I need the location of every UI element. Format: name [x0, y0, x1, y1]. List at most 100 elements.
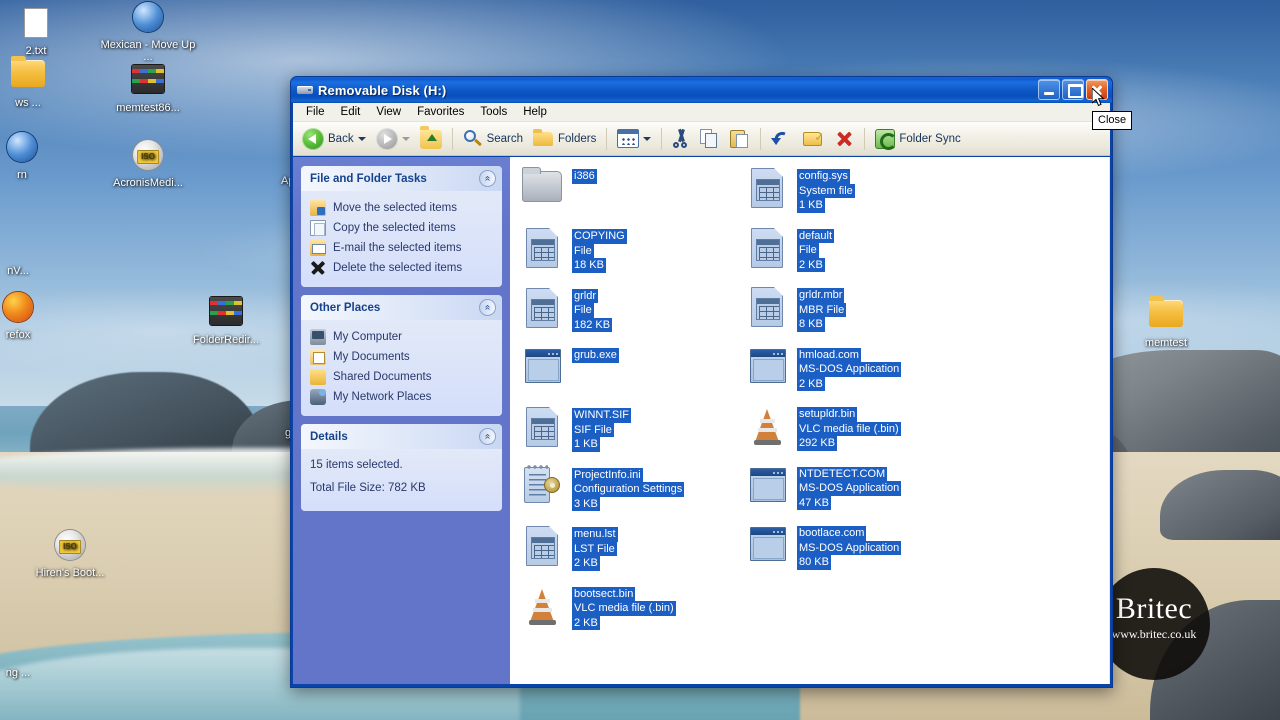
sidebar-item-label: Shared Documents: [333, 371, 432, 383]
ms-dos-application-icon: [745, 463, 789, 509]
delete-button[interactable]: [829, 127, 859, 151]
menu-bar[interactable]: File Edit View Favorites Tools Help: [293, 103, 1110, 122]
up-one-level-button[interactable]: [415, 125, 447, 151]
desktop-icon-2-txt[interactable]: 2.txt: [0, 6, 84, 57]
file-name: grldr.mbr: [797, 288, 845, 303]
sidebar-item-my-computer[interactable]: My Computer: [310, 327, 494, 347]
folder-icon: [1, 228, 35, 262]
chevron-up-icon[interactable]: «: [479, 170, 496, 187]
file-name: menu.lst: [572, 527, 618, 542]
desktop-icon-label: FolderRedir...: [192, 334, 260, 346]
back-button[interactable]: Back: [297, 126, 371, 152]
desktop-icon-nv[interactable]: nV...: [0, 228, 66, 277]
panel-header[interactable]: Other Places «: [301, 295, 502, 320]
file-item[interactable]: default File 2 KB: [745, 225, 975, 272]
file-item[interactable]: grldr.mbr MBR File 8 KB: [745, 284, 975, 332]
file-item-text: bootlace.com MS-DOS Application 80 KB: [797, 522, 902, 570]
file-item[interactable]: menu.lst LST File 2 KB: [520, 523, 750, 571]
menu-item-edit[interactable]: Edit: [333, 105, 369, 119]
file-item[interactable]: bootsect.bin VLC media file (.bin) 2 KB: [520, 583, 750, 630]
maximize-button[interactable]: [1062, 79, 1084, 100]
sidebar-item-my-documents[interactable]: My Documents: [310, 347, 494, 367]
folder-sync-button[interactable]: Folder Sync: [870, 127, 965, 151]
file-size: 3 KB: [572, 496, 600, 511]
new-folder-button[interactable]: ✓: [798, 127, 829, 150]
window-controls[interactable]: [1038, 79, 1108, 100]
desktop-icon-ws[interactable]: ws ...: [0, 56, 76, 109]
file-item[interactable]: bootlace.com MS-DOS Application 80 KB: [745, 522, 975, 570]
desktop-icon-folderredir[interactable]: FolderRedir...: [178, 294, 274, 346]
britec-watermark: Britec www.britec.co.uk: [1098, 568, 1210, 680]
folders-label: Folders: [558, 132, 597, 145]
file-item-text: i386: [572, 165, 597, 211]
file-item[interactable]: grub.exe: [520, 344, 750, 390]
panel-header[interactable]: Details «: [301, 424, 502, 449]
minimize-button[interactable]: [1038, 79, 1060, 100]
desktop-icon-refox[interactable]: refox: [0, 290, 66, 341]
generic-file-icon: [520, 523, 564, 569]
file-size: 47 KB: [797, 495, 831, 510]
panel-header[interactable]: File and Folder Tasks «: [301, 166, 502, 191]
undo-button[interactable]: [766, 127, 798, 151]
removable-disk-icon: [297, 82, 313, 98]
file-item[interactable]: grldr File 182 KB: [520, 285, 750, 332]
menu-item-file[interactable]: File: [298, 105, 333, 119]
file-type: MS-DOS Application: [797, 540, 902, 555]
cut-button[interactable]: [667, 127, 695, 151]
desktop-icon-acronismedi[interactable]: AcronisMedi...: [100, 138, 196, 189]
forward-dropdown-caret-icon[interactable]: [401, 136, 410, 141]
forward-button[interactable]: [371, 126, 415, 152]
sidebar-item-copy-the-selected-items[interactable]: Copy the selected items: [310, 218, 494, 238]
file-item[interactable]: hmload.com MS-DOS Application 2 KB: [745, 344, 975, 391]
desktop-icon-mexican-move-up[interactable]: Mexican - Move Up ...: [100, 0, 196, 63]
file-item-text: setupldr.bin VLC media file (.bin) 292 KB: [797, 403, 901, 451]
search-icon: [463, 129, 483, 149]
sidebar-item-delete-the-selected-items[interactable]: Delete the selected items: [310, 258, 494, 278]
copy-button[interactable]: [695, 127, 725, 151]
task-sidebar[interactable]: File and Folder Tasks « Move the selected …: [293, 157, 510, 684]
file-item[interactable]: COPYING File 18 KB: [520, 225, 750, 273]
views-dropdown-caret-icon[interactable]: [643, 136, 652, 141]
window-titlebar[interactable]: Removable Disk (H:): [291, 77, 1112, 103]
sidebar-item-e-mail-the-selected-items[interactable]: E-mail the selected items: [310, 238, 494, 258]
file-item[interactable]: ProjectInfo.ini Configuration Settings 3 K…: [520, 463, 750, 511]
toolbar[interactable]: Back Search Folders ✓ Folder Sync: [293, 122, 1110, 156]
desktop-icon-memtest86[interactable]: memtest86...: [100, 62, 196, 114]
file-size: 2 KB: [572, 556, 600, 571]
file-item[interactable]: NTDETECT.COM MS-DOS Application 47 KB: [745, 463, 975, 510]
menu-item-view[interactable]: View: [368, 105, 409, 119]
file-item[interactable]: i386: [520, 165, 750, 211]
chevron-up-icon[interactable]: «: [479, 299, 496, 316]
folder-sync-icon: [875, 128, 898, 150]
views-button[interactable]: [612, 127, 656, 150]
sidebar-item-my-network-places[interactable]: My Network Places: [310, 387, 494, 407]
desktop-icon-rn[interactable]: rn: [0, 130, 70, 181]
menu-item-tools[interactable]: Tools: [472, 105, 515, 119]
sidebar-item-move-the-selected-items[interactable]: Move the selected items: [310, 198, 494, 218]
desktop-icon-ng[interactable]: ng ...: [0, 630, 66, 679]
paste-button[interactable]: [725, 127, 755, 151]
back-dropdown-caret-icon[interactable]: [357, 136, 366, 141]
file-item[interactable]: config.sys System file 1 KB: [745, 165, 975, 213]
menu-item-help[interactable]: Help: [515, 105, 555, 119]
copy-icon: [700, 128, 720, 149]
desktop-icon-label: ng ...: [5, 667, 31, 679]
folders-button[interactable]: Folders: [528, 127, 601, 150]
explorer-window[interactable]: Removable Disk (H:) File Edit View Favorite…: [290, 76, 1113, 688]
close-button[interactable]: [1086, 79, 1108, 100]
vlc-media-file-icon: [745, 403, 789, 449]
sidebar-item-shared-documents[interactable]: Shared Documents: [310, 367, 494, 387]
file-item[interactable]: setupldr.bin VLC media file (.bin) 292 KB: [745, 403, 975, 451]
desktop-icon-hiren-s-boot[interactable]: Hiren's Boot...: [22, 528, 118, 579]
folder-sync-label: Folder Sync: [899, 132, 961, 145]
search-button[interactable]: Search: [458, 127, 528, 151]
desktop-icon-memtest[interactable]: memtest: [1118, 296, 1214, 349]
copy-items-icon: [310, 220, 326, 236]
firefox-icon: [1, 292, 35, 326]
chevron-up-icon[interactable]: «: [479, 428, 496, 445]
file-list-pane[interactable]: i386 COPYING File 18 KB grldr File 182 KB grub.…: [510, 157, 1110, 684]
cut-icon: [672, 128, 690, 149]
file-item[interactable]: WINNT.SIF SIF File 1 KB: [520, 404, 750, 452]
file-item-text: grldr File 182 KB: [572, 285, 613, 332]
menu-item-favorites[interactable]: Favorites: [409, 105, 472, 119]
